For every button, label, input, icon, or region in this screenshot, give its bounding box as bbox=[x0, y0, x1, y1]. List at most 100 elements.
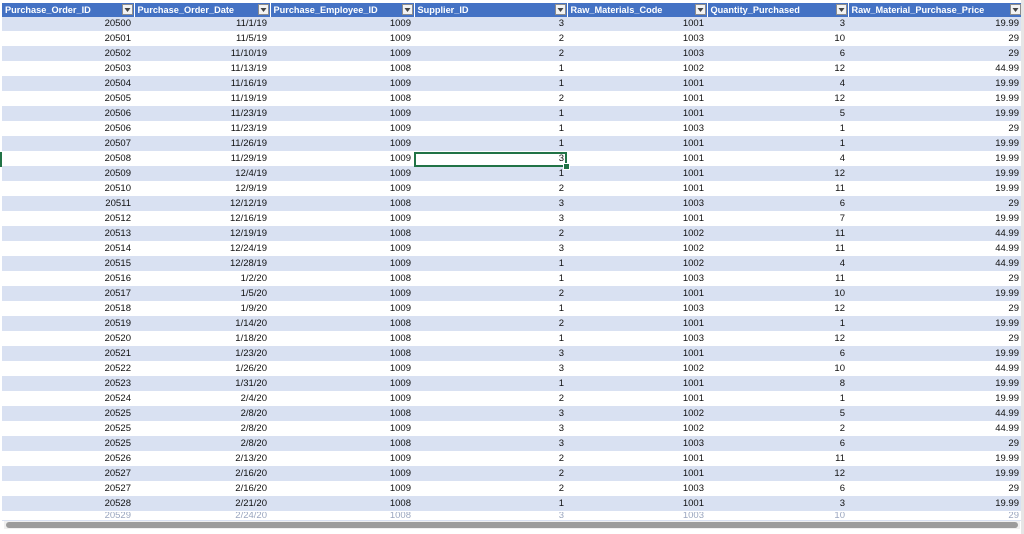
cell-raw-material-purchase-price[interactable]: 44.99 bbox=[848, 406, 1022, 422]
cell-purchase-order-id[interactable]: 20522 bbox=[2, 361, 134, 377]
cell-purchase-order-date[interactable]: 1/18/20 bbox=[134, 331, 270, 347]
cell-raw-material-purchase-price[interactable]: 19.99 bbox=[848, 91, 1022, 107]
cell-purchase-order-id[interactable]: 20524 bbox=[2, 391, 134, 407]
cell-quantity-purchased[interactable]: 12 bbox=[707, 466, 848, 482]
cell-raw-materials-code[interactable]: 1002 bbox=[567, 61, 707, 77]
cell-supplier-id[interactable]: 2 bbox=[414, 466, 567, 482]
cell-purchase-order-date[interactable]: 12/4/19 bbox=[134, 166, 270, 182]
cell-purchase-order-date[interactable]: 11/16/19 bbox=[134, 76, 270, 92]
cell-raw-materials-code[interactable]: 1001 bbox=[567, 346, 707, 362]
cell-purchase-order-date[interactable]: 2/13/20 bbox=[134, 451, 270, 467]
cell-purchase-order-id[interactable]: 20521 bbox=[2, 346, 134, 362]
cell-raw-material-purchase-price[interactable]: 19.99 bbox=[848, 136, 1022, 152]
cell-purchase-employee-id[interactable]: 1009 bbox=[270, 121, 414, 137]
cell-purchase-order-id[interactable]: 20525 bbox=[2, 436, 134, 452]
cell-raw-material-purchase-price[interactable]: 19.99 bbox=[848, 376, 1022, 392]
cell-quantity-purchased[interactable]: 12 bbox=[707, 301, 848, 317]
cell-quantity-purchased[interactable]: 6 bbox=[707, 196, 848, 212]
column-header-raw-material-purchase-price[interactable]: Raw_Material_Purchase_Price bbox=[848, 3, 1023, 17]
cell-purchase-employee-id[interactable]: 1009 bbox=[270, 136, 414, 152]
cell-raw-material-purchase-price[interactable]: 44.99 bbox=[848, 256, 1022, 272]
cell-purchase-order-id[interactable]: 20526 bbox=[2, 451, 134, 467]
cell-purchase-order-id[interactable]: 20523 bbox=[2, 376, 134, 392]
cell-purchase-order-date[interactable]: 2/8/20 bbox=[134, 406, 270, 422]
horizontal-scrollbar-thumb[interactable] bbox=[6, 522, 1018, 528]
cell-purchase-employee-id[interactable]: 1009 bbox=[270, 286, 414, 302]
cell-quantity-purchased[interactable]: 10 bbox=[707, 286, 848, 302]
cell-supplier-id[interactable]: 2 bbox=[414, 286, 567, 302]
cell-quantity-purchased[interactable]: 6 bbox=[707, 481, 848, 497]
cell-purchase-order-date[interactable]: 11/23/19 bbox=[134, 121, 270, 137]
column-header-purchase-order-id[interactable]: Purchase_Order_ID bbox=[2, 3, 135, 17]
cell-purchase-order-id[interactable]: 20528 bbox=[2, 496, 134, 512]
cell-purchase-order-id[interactable]: 20511 bbox=[2, 196, 134, 212]
cell-supplier-id[interactable]: 3 bbox=[414, 421, 567, 437]
cell-purchase-employee-id[interactable]: 1009 bbox=[270, 106, 414, 122]
cell-purchase-order-date[interactable]: 11/10/19 bbox=[134, 46, 270, 62]
filter-dropdown-icon[interactable] bbox=[257, 4, 269, 15]
cell-supplier-id[interactable]: 2 bbox=[414, 181, 567, 197]
cell-purchase-order-date[interactable]: 2/16/20 bbox=[134, 481, 270, 497]
cell-supplier-id[interactable]: 1 bbox=[414, 76, 567, 92]
cell-purchase-order-date[interactable]: 1/9/20 bbox=[134, 301, 270, 317]
cell-supplier-id[interactable]: 3 bbox=[414, 436, 567, 452]
cell-raw-materials-code[interactable]: 1003 bbox=[567, 511, 707, 521]
cell-raw-material-purchase-price[interactable]: 29 bbox=[848, 31, 1022, 47]
cell-supplier-id[interactable]: 3 bbox=[414, 211, 567, 227]
cell-raw-material-purchase-price[interactable]: 19.99 bbox=[848, 346, 1022, 362]
cell-raw-materials-code[interactable]: 1001 bbox=[567, 106, 707, 122]
cell-purchase-order-id[interactable]: 20518 bbox=[2, 301, 134, 317]
filter-dropdown-icon[interactable] bbox=[1009, 4, 1021, 15]
cell-purchase-order-date[interactable]: 2/4/20 bbox=[134, 391, 270, 407]
cell-quantity-purchased[interactable]: 1 bbox=[707, 136, 848, 152]
cell-raw-material-purchase-price[interactable]: 29 bbox=[848, 196, 1022, 212]
cell-purchase-employee-id[interactable]: 1009 bbox=[270, 241, 414, 257]
cell-supplier-id[interactable]: 1 bbox=[414, 256, 567, 272]
cell-purchase-order-date[interactable]: 2/16/20 bbox=[134, 466, 270, 482]
cell-raw-material-purchase-price[interactable]: 29 bbox=[848, 481, 1022, 497]
cell-purchase-employee-id[interactable]: 1009 bbox=[270, 46, 414, 62]
cell-purchase-order-date[interactable]: 11/1/19 bbox=[134, 17, 270, 32]
cell-quantity-purchased[interactable]: 12 bbox=[707, 91, 848, 107]
filter-dropdown-icon[interactable] bbox=[121, 4, 133, 15]
cell-purchase-employee-id[interactable]: 1009 bbox=[270, 391, 414, 407]
cell-raw-material-purchase-price[interactable]: 29 bbox=[848, 46, 1022, 62]
cell-raw-materials-code[interactable]: 1003 bbox=[567, 331, 707, 347]
cell-supplier-id[interactable]: 2 bbox=[414, 451, 567, 467]
cell-quantity-purchased[interactable]: 10 bbox=[707, 31, 848, 47]
filter-dropdown-icon[interactable] bbox=[835, 4, 847, 15]
cell-raw-materials-code[interactable]: 1002 bbox=[567, 256, 707, 272]
cell-purchase-employee-id[interactable]: 1008 bbox=[270, 196, 414, 212]
cell-quantity-purchased[interactable]: 1 bbox=[707, 121, 848, 137]
cell-raw-materials-code[interactable]: 1003 bbox=[567, 481, 707, 497]
cell-quantity-purchased[interactable]: 11 bbox=[707, 451, 848, 467]
cell-purchase-employee-id[interactable]: 1009 bbox=[270, 181, 414, 197]
cell-quantity-purchased[interactable]: 3 bbox=[707, 496, 848, 512]
cell-purchase-employee-id[interactable]: 1009 bbox=[270, 151, 414, 167]
selected-cell[interactable]: 3 bbox=[414, 151, 567, 167]
cell-raw-material-purchase-price[interactable]: 29 bbox=[848, 271, 1022, 287]
cell-purchase-order-id[interactable]: 20513 bbox=[2, 226, 134, 242]
cell-raw-material-purchase-price[interactable]: 19.99 bbox=[848, 451, 1022, 467]
cell-purchase-order-date[interactable]: 11/29/19 bbox=[134, 151, 270, 167]
column-header-purchase-order-date[interactable]: Purchase_Order_Date bbox=[134, 3, 271, 17]
cell-purchase-employee-id[interactable]: 1009 bbox=[270, 211, 414, 227]
cell-supplier-id[interactable]: 1 bbox=[414, 271, 567, 287]
cell-purchase-order-id[interactable]: 20529 bbox=[2, 511, 134, 521]
cell-quantity-purchased[interactable]: 4 bbox=[707, 151, 848, 167]
cell-raw-materials-code[interactable]: 1001 bbox=[567, 391, 707, 407]
cell-raw-materials-code[interactable]: 1002 bbox=[567, 241, 707, 257]
cell-raw-materials-code[interactable]: 1001 bbox=[567, 91, 707, 107]
cell-quantity-purchased[interactable]: 1 bbox=[707, 316, 848, 332]
cell-purchase-employee-id[interactable]: 1009 bbox=[270, 361, 414, 377]
cell-raw-materials-code[interactable]: 1003 bbox=[567, 121, 707, 137]
cell-raw-material-purchase-price[interactable]: 19.99 bbox=[848, 76, 1022, 92]
cell-supplier-id[interactable]: 1 bbox=[414, 106, 567, 122]
cell-raw-material-purchase-price[interactable]: 44.99 bbox=[848, 241, 1022, 257]
cell-raw-materials-code[interactable]: 1003 bbox=[567, 301, 707, 317]
cell-purchase-order-id[interactable]: 20506 bbox=[2, 106, 134, 122]
cell-quantity-purchased[interactable]: 7 bbox=[707, 211, 848, 227]
cell-purchase-order-date[interactable]: 11/26/19 bbox=[134, 136, 270, 152]
filter-dropdown-icon[interactable] bbox=[694, 4, 706, 15]
cell-purchase-order-id[interactable]: 20519 bbox=[2, 316, 134, 332]
